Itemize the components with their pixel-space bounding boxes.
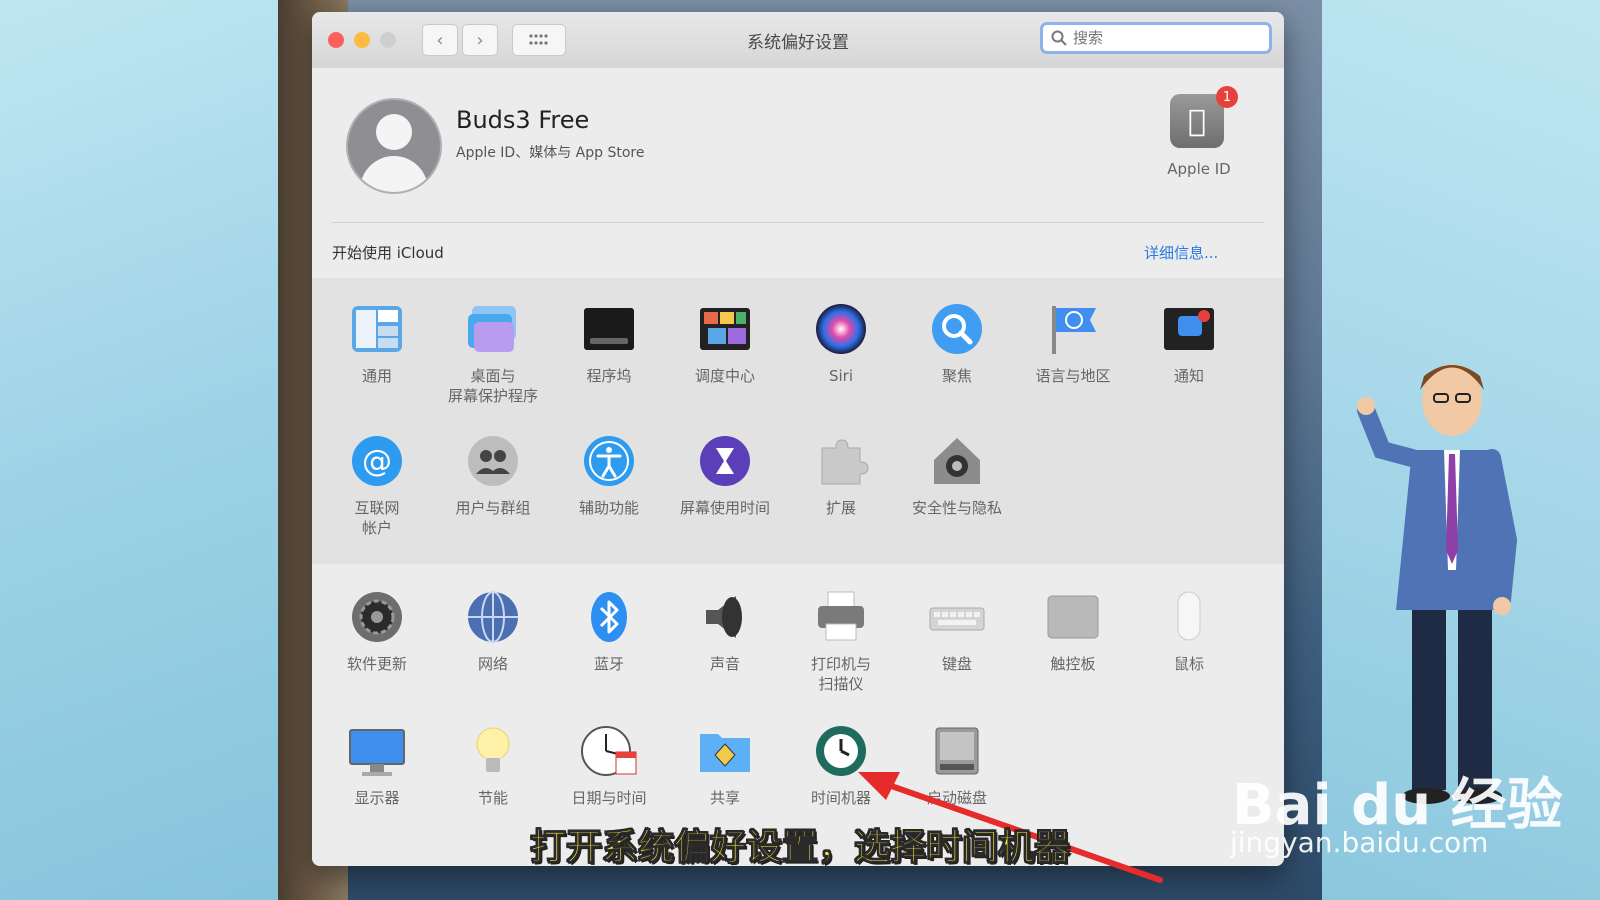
presenter-illustration (1357, 364, 1518, 804)
video-subtitle: 打开系统偏好设置，选择时间机器 (529, 827, 1070, 869)
